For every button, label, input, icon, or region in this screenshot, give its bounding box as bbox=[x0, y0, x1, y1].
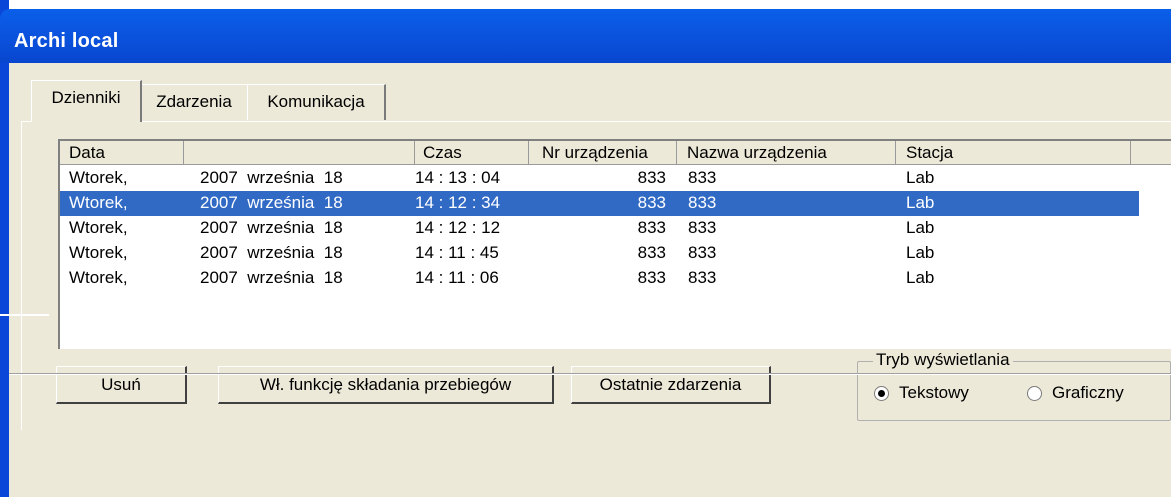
window-left-edge bbox=[0, 0, 9, 497]
tab-label: Komunikacja bbox=[267, 92, 365, 111]
column-header-filler bbox=[1131, 141, 1171, 165]
tab-zdarzenia[interactable]: Zdarzenia bbox=[140, 84, 249, 120]
column-header-stacja[interactable]: Stacja bbox=[896, 141, 1131, 165]
tab-label: Dzienniki bbox=[51, 88, 121, 107]
radio-tekstowy[interactable]: Tekstowy bbox=[874, 383, 969, 403]
window-title: Archi local bbox=[14, 30, 119, 52]
toggle-waveforms-button[interactable]: Wł. funkcję składania przebiegów bbox=[218, 366, 554, 404]
table-row-selected[interactable]: Wtorek, 2007 września 18 14 : 12 : 34 83… bbox=[60, 191, 1139, 216]
column-header-nazwa-urzadzenia[interactable]: Nazwa urządzenia bbox=[677, 141, 896, 165]
display-mode-label: Tryb wyświetlania bbox=[873, 350, 1013, 370]
radio-unselected-icon bbox=[1027, 385, 1042, 401]
tab-dzienniki[interactable]: Dzienniki bbox=[31, 80, 142, 122]
radio-graficzny[interactable]: Graficzny bbox=[1027, 383, 1124, 403]
last-events-button[interactable]: Ostatnie zdarzenia bbox=[571, 366, 771, 404]
table-row[interactable]: Wtorek, 2007 września 18 14 : 12 : 12 83… bbox=[60, 216, 1139, 241]
column-header-date[interactable] bbox=[184, 141, 415, 165]
table-row[interactable]: Wtorek, 2007 września 18 14 : 11 : 06 83… bbox=[60, 266, 1139, 291]
separator bbox=[9, 374, 1171, 375]
title-bar[interactable]: Archi local bbox=[0, 9, 1171, 63]
column-header-nr-urzadzenia[interactable]: Nr urządzenia bbox=[529, 141, 677, 165]
window-client-area: Dzienniki Zdarzenia Komunikacja Data Cza… bbox=[9, 63, 1171, 497]
delete-button[interactable]: Usuń bbox=[56, 366, 187, 404]
tab-komunikacja[interactable]: Komunikacja bbox=[247, 84, 386, 120]
column-header-data[interactable]: Data bbox=[60, 141, 184, 165]
table-row[interactable]: Wtorek, 2007 września 18 14 : 11 : 45 83… bbox=[60, 241, 1139, 266]
radio-selected-icon bbox=[874, 385, 889, 401]
app-window: Archi local Dzienniki Zdarzenia Komunika… bbox=[0, 0, 1171, 497]
table-row[interactable]: Wtorek, 2007 września 18 14 : 13 : 04 83… bbox=[60, 166, 1139, 191]
column-header-czas[interactable]: Czas bbox=[415, 141, 529, 165]
events-list[interactable]: Data Czas Nr urządzenia Nazwa urządzenia… bbox=[58, 139, 1171, 349]
decorative-line bbox=[0, 314, 49, 316]
tab-label: Zdarzenia bbox=[156, 92, 232, 111]
